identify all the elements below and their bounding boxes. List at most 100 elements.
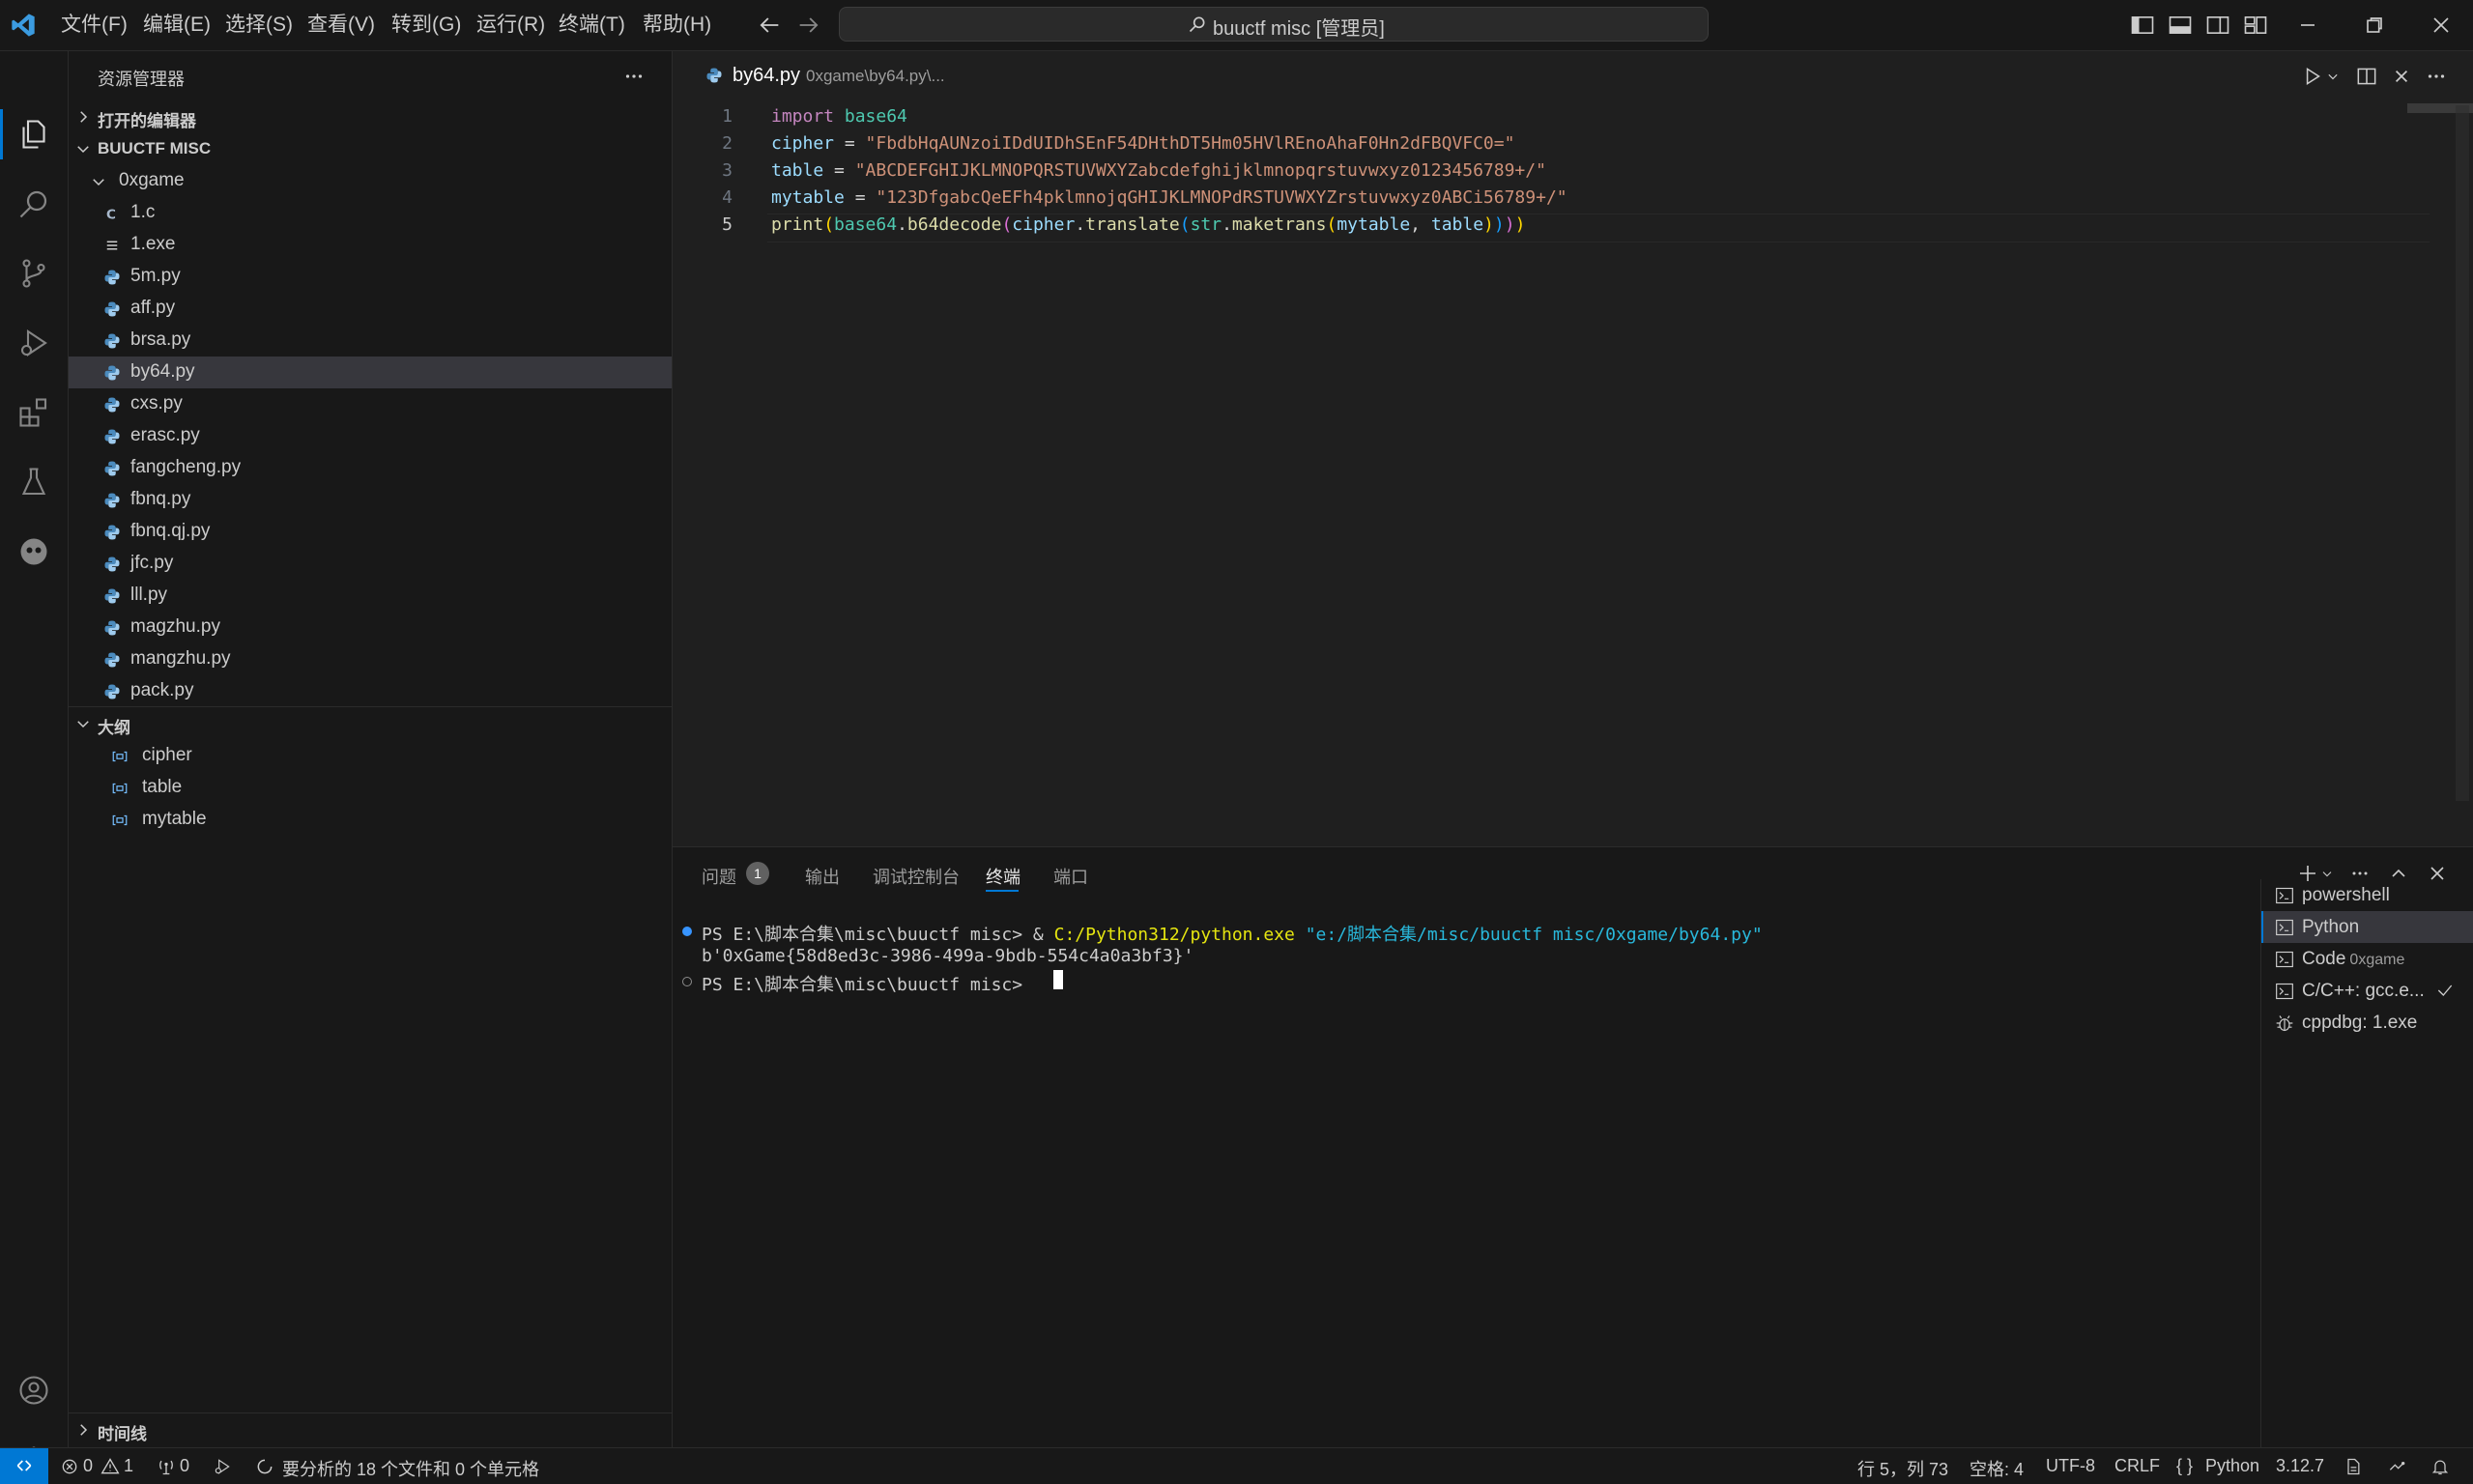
run-debug-icon[interactable] xyxy=(16,326,51,360)
file-item[interactable]: C 1.c xyxy=(69,197,672,229)
menu-edit[interactable]: 编辑(E) xyxy=(143,12,211,39)
restore-icon[interactable] xyxy=(2361,12,2388,39)
notifications-bell-icon[interactable] xyxy=(2430,1457,2450,1476)
split-editor-icon[interactable] xyxy=(2354,64,2379,89)
file-item[interactable]: jfc.py xyxy=(69,548,672,580)
command-success-dot-icon[interactable] xyxy=(682,927,692,936)
file-item[interactable]: erasc.py xyxy=(69,420,672,452)
customize-layout-icon[interactable] xyxy=(2242,12,2269,39)
file-item[interactable]: 5m.py xyxy=(69,261,672,293)
ports-antenna-icon[interactable] xyxy=(157,1457,176,1476)
toggle-primary-sidebar-icon[interactable] xyxy=(2129,12,2156,39)
terminal-item-gcc[interactable]: C/C++: gcc.e... xyxy=(2261,975,2473,1007)
analysis-status[interactable]: 要分析的 18 个文件和 0 个单元格 xyxy=(282,1456,539,1481)
menu-help[interactable]: 帮助(H) xyxy=(643,12,711,39)
toggle-panel-icon[interactable] xyxy=(2167,12,2194,39)
menu-view[interactable]: 查看(V) xyxy=(307,12,375,39)
tab-debug-console[interactable]: 调试控制台 xyxy=(873,864,960,889)
github-copilot-icon[interactable] xyxy=(16,534,51,569)
file-item[interactable]: cxs.py xyxy=(69,388,672,420)
menu-go[interactable]: 转到(G) xyxy=(391,12,461,39)
toggle-secondary-sidebar-icon[interactable] xyxy=(2204,12,2231,39)
back-arrow-icon[interactable] xyxy=(756,12,783,39)
language-mode[interactable]: Python xyxy=(2205,1456,2259,1476)
workspace-section[interactable]: BUUCTF MISC xyxy=(69,133,672,164)
outline-section[interactable]: 大纲 xyxy=(69,708,672,739)
more-actions-icon[interactable] xyxy=(621,64,647,89)
command-center-search[interactable]: buuctf misc [管理员] xyxy=(839,7,1709,42)
terminal-item-python[interactable]: Python xyxy=(2261,911,2473,943)
ports-count[interactable]: 0 xyxy=(180,1456,189,1476)
indentation[interactable]: 空格: 4 xyxy=(1970,1456,2024,1481)
forward-arrow-icon[interactable] xyxy=(795,12,822,39)
file-item[interactable]: aff.py xyxy=(69,293,672,325)
warning-icon[interactable] xyxy=(101,1457,120,1476)
run-dropdown-chevron-icon[interactable] xyxy=(2323,64,2348,89)
menu-file[interactable]: 文件(F) xyxy=(61,12,128,39)
file-info-icon[interactable] xyxy=(2344,1457,2363,1476)
file-item[interactable]: magzhu.py xyxy=(69,612,672,643)
encoding[interactable]: UTF-8 xyxy=(2046,1456,2095,1476)
explorer-icon[interactable] xyxy=(16,117,51,152)
file-item[interactable]: mangzhu.py xyxy=(69,643,672,675)
python-interpreter-version[interactable]: 3.12.7 xyxy=(2276,1456,2324,1476)
terminal-item-code[interactable]: Code 0xgame xyxy=(2261,943,2473,975)
cursor-position[interactable]: 行 5，列 73 xyxy=(1857,1456,1948,1481)
error-count[interactable]: 0 xyxy=(83,1456,93,1476)
remote-indicator[interactable] xyxy=(0,1448,48,1484)
command-pending-dot-icon[interactable] xyxy=(682,977,692,986)
outline-item-table[interactable]: table xyxy=(69,772,672,804)
file-item[interactable]: by64.py xyxy=(69,357,672,388)
run-file-icon[interactable] xyxy=(2300,64,2325,89)
terminal-line-2[interactable]: b'0xGame{58d8ed3c-3986-499a-9bdb-554c4a0… xyxy=(702,946,1193,966)
menu-selection[interactable]: 选择(S) xyxy=(225,12,293,39)
terminal-item-powershell[interactable]: powershell xyxy=(2261,879,2473,911)
source-control-icon[interactable] xyxy=(16,256,51,291)
folder-0xgame[interactable]: 0xgame xyxy=(69,165,672,197)
terminal-item-cppdbg[interactable]: cppdbg: 1.exe xyxy=(2261,1007,2473,1039)
python-file-icon xyxy=(104,333,120,349)
file-item[interactable]: fbnq.qj.py xyxy=(69,516,672,548)
line-number: 3 xyxy=(722,160,733,181)
file-item[interactable]: pack.py xyxy=(69,675,672,707)
testing-flask-icon[interactable] xyxy=(16,465,51,499)
file-item[interactable]: brsa.py xyxy=(69,325,672,357)
terminal-line-1[interactable]: PS E:\脚本合集\misc\buuctf misc> & C:/Python… xyxy=(702,921,1763,946)
tab-terminal[interactable]: 终端 xyxy=(986,864,1021,889)
outline-item-mytable[interactable]: mytable xyxy=(69,804,672,836)
bottom-panel: 问题 1 输出 调试控制台 终端 端口 PS E:\脚本合集\misc\buuc… xyxy=(673,846,2473,1448)
menu-terminal[interactable]: 终端(T) xyxy=(559,12,625,39)
editor-more-actions-icon[interactable] xyxy=(2424,64,2449,89)
file-item[interactable]: fangcheng.py xyxy=(69,452,672,484)
code-line-2[interactable]: cipher = "FbdbHqAUNzoiIDdUIDhSEnF54DHthD… xyxy=(771,133,1514,154)
account-icon[interactable] xyxy=(16,1373,51,1408)
terminal-line-3[interactable]: PS E:\脚本合集\misc\buuctf misc> xyxy=(702,971,1033,996)
menu-run[interactable]: 运行(R) xyxy=(476,12,545,39)
extensions-icon[interactable] xyxy=(16,395,51,430)
warning-count[interactable]: 1 xyxy=(124,1456,133,1476)
code-line-5[interactable]: print(base64.b64decode(cipher.translate(… xyxy=(771,214,1525,235)
file-item[interactable]: 1.exe xyxy=(69,229,672,261)
outline-item-cipher[interactable]: cipher xyxy=(69,740,672,772)
editor-scrollbar[interactable] xyxy=(2456,105,2469,801)
tab-ports[interactable]: 端口 xyxy=(1053,864,1088,889)
code-line-3[interactable]: table = "ABCDEFGHIJKLMNOPQRSTUVWXYZabcde… xyxy=(771,160,1546,181)
editor-tab[interactable]: by64.py 0xgame\by64.py\... xyxy=(673,51,963,101)
problems-count-badge: 1 xyxy=(746,862,769,885)
tab-output[interactable]: 输出 xyxy=(805,864,840,889)
tab-problems[interactable]: 问题 xyxy=(702,864,736,889)
code-line-1[interactable]: import base64 xyxy=(771,106,907,127)
code-line-4[interactable]: mytable = "123DfgabcQeEFh4pklmnojqGHIJKL… xyxy=(771,187,1567,208)
end-of-line[interactable]: CRLF xyxy=(2114,1456,2160,1476)
open-editors-section[interactable]: 打开的编辑器 xyxy=(69,101,672,132)
run-debug-status-icon[interactable] xyxy=(213,1457,232,1476)
copilot-status-icon[interactable] xyxy=(2387,1457,2406,1476)
minimize-icon[interactable] xyxy=(2294,12,2321,39)
close-editor-icon[interactable] xyxy=(2389,64,2414,89)
error-icon[interactable] xyxy=(60,1457,79,1476)
close-icon[interactable] xyxy=(2428,12,2455,39)
file-item[interactable]: lll.py xyxy=(69,580,672,612)
file-item[interactable]: fbnq.py xyxy=(69,484,672,516)
timeline-section[interactable]: 时间线 xyxy=(69,1414,672,1445)
search-icon[interactable] xyxy=(16,186,51,221)
